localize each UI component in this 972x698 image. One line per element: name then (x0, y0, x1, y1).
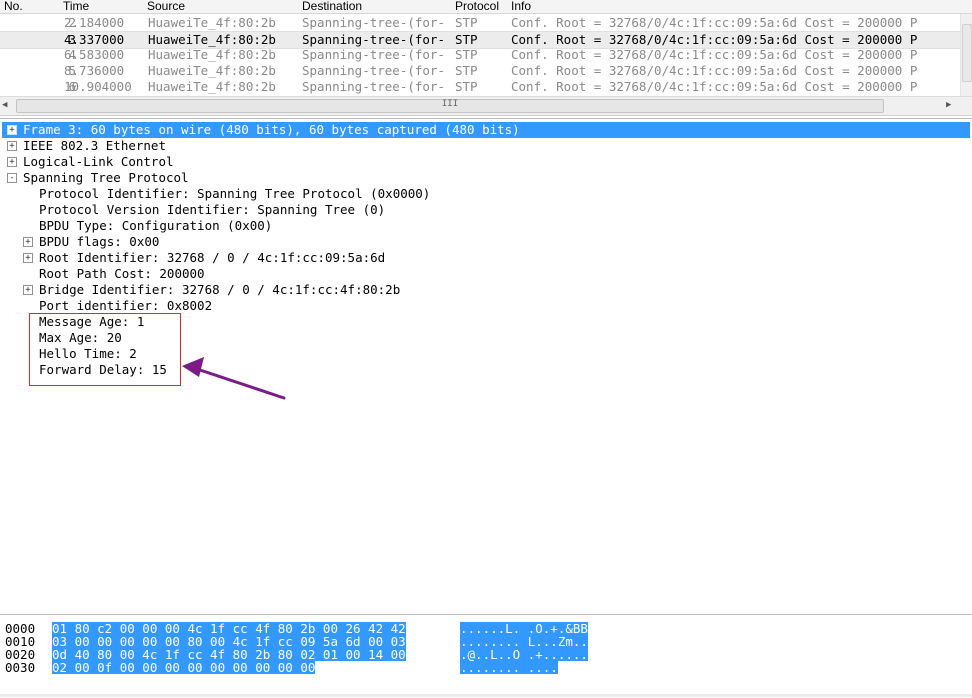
packet-protocol: STP (455, 15, 478, 30)
scroll-left-arrow-icon[interactable]: ◀ (2, 100, 7, 110)
packet-protocol: STP (455, 32, 478, 47)
packet-source: HuaweiTe_4f:80:2b (148, 15, 276, 30)
packet-protocol: STP (455, 63, 478, 78)
tree-row-label: Root Path Cost: 200000 (39, 266, 205, 281)
expand-icon[interactable]: + (23, 253, 33, 263)
tree-row[interactable]: + Frame 3: 60 bytes on wire (480 bits), 6… (2, 122, 970, 138)
packet-row[interactable]: 4 6.583000 HuaweiTe_4f:80:2b Spanning-tree-… (0, 47, 960, 63)
tree-row[interactable]: + IEEE 802.3 Ethernet (0, 138, 972, 154)
tree-row-label: Protocol Identifier: Spanning Tree Proto… (39, 186, 431, 201)
annotation-arrow-icon (182, 357, 286, 400)
tree-row[interactable]: Port identifier: 0x8002 (0, 298, 972, 314)
packet-info: Conf. Root = 32768/0/4c:1f:cc:09:5a:6d C… (511, 15, 918, 30)
tree-row[interactable]: + BPDU flags: 0x00 (0, 234, 972, 250)
column-header-protocol[interactable]: Protocol (455, 0, 499, 13)
tree-row[interactable]: Protocol Identifier: Spanning Tree Proto… (0, 186, 972, 202)
tree-row[interactable]: Protocol Version Identifier: Spanning Tr… (0, 202, 972, 218)
column-headers: No. Time Source Destination Protocol Inf… (0, 0, 972, 14)
tree-row[interactable]: - Spanning Tree Protocol (0, 170, 972, 186)
packet-info: Conf. Root = 32768/0/4c:1f:cc:09:5a:6d C… (511, 63, 918, 78)
packet-time: 6.583000 (64, 47, 125, 62)
packet-protocol: STP (455, 79, 478, 94)
tree-row-label: Root Identifier: 32768 / 0 / 4c:1f:cc:09… (39, 250, 386, 265)
tree-row-label: Spanning Tree Protocol (23, 170, 189, 185)
tree-row-label: IEEE 802.3 Ethernet (23, 138, 166, 153)
tree-row-label: BPDU Type: Configuration (0x00) (39, 218, 273, 233)
packet-time: 2.184000 (64, 15, 125, 30)
packet-row[interactable]: 5 8.736000 HuaweiTe_4f:80:2b Spanning-tree-… (0, 63, 960, 79)
expand-icon[interactable]: + (7, 125, 17, 135)
packet-destination: Spanning-tree-(for- (302, 63, 445, 78)
column-header-destination[interactable]: Destination (302, 0, 362, 13)
horizontal-scroll-thumb[interactable]: III (16, 99, 884, 113)
packet-list[interactable]: No. Time Source Destination Protocol Inf… (0, 0, 972, 96)
tree-row-label: Protocol Version Identifier: Spanning Tr… (39, 202, 386, 217)
packet-time: 4.337000 (64, 32, 125, 47)
packet-destination: Spanning-tree-(for- (302, 32, 445, 47)
packet-bytes-pane[interactable]: 0000 01 80 c2 00 00 00 4c 1f cc 4f 80 2b … (0, 614, 972, 698)
tree-row[interactable]: + Bridge Identifier: 32768 / 0 / 4c:1f:cc… (0, 282, 972, 298)
tree-row[interactable]: + Root Identifier: 32768 / 0 / 4c:1f:cc:0… (0, 250, 972, 266)
packet-row[interactable]: 6 10.904000 HuaweiTe_4f:80:2b Spanning-tree… (0, 79, 960, 95)
packet-source: HuaweiTe_4f:80:2b (148, 63, 276, 78)
packet-destination: Spanning-tree-(for- (302, 79, 445, 94)
packet-protocol: STP (455, 47, 478, 62)
hex-bytes: 02 00 0f 00 00 00 00 00 00 00 00 00 (52, 660, 316, 675)
packet-row[interactable]: 2 2.184000 HuaweiTe_4f:80:2b Spanning-tree-… (0, 15, 960, 31)
packet-time: 8.736000 (64, 63, 125, 78)
packet-time: 10.904000 (64, 79, 132, 94)
ascii-bytes: ........ .... (460, 660, 558, 675)
expand-icon[interactable]: + (7, 157, 17, 167)
expand-icon[interactable]: + (23, 237, 33, 247)
annotation-highlight-box (29, 313, 181, 386)
tree-row-label: BPDU flags: 0x00 (39, 234, 160, 249)
packet-source: HuaweiTe_4f:80:2b (148, 79, 276, 94)
tree-row-label: Bridge Identifier: 32768 / 0 / 4c:1f:cc:… (39, 282, 401, 297)
packet-info: Conf. Root = 32768/0/4c:1f:cc:09:5a:6d C… (511, 47, 918, 62)
tree-row-label: Port identifier: 0x8002 (39, 298, 213, 313)
vertical-scroll-thumb[interactable] (962, 24, 972, 82)
column-header-time[interactable]: Time (63, 0, 89, 13)
column-header-info[interactable]: Info (511, 0, 531, 13)
packet-list-vertical-scrollbar[interactable] (960, 14, 972, 96)
tree-row-label: Logical-Link Control (23, 154, 174, 169)
tree-row[interactable]: + Logical-Link Control (0, 154, 972, 170)
column-header-source[interactable]: Source (147, 0, 185, 13)
packet-destination: Spanning-tree-(for- (302, 15, 445, 30)
expand-icon[interactable]: + (23, 285, 33, 295)
collapse-icon[interactable]: - (7, 173, 17, 183)
packet-source: HuaweiTe_4f:80:2b (148, 32, 276, 47)
expand-icon[interactable]: + (7, 141, 17, 151)
tree-row[interactable]: BPDU Type: Configuration (0x00) (0, 218, 972, 234)
packet-info: Conf. Root = 32768/0/4c:1f:cc:09:5a:6d C… (511, 79, 918, 94)
scroll-grip-icon: III (441, 99, 459, 109)
packet-info: Conf. Root = 32768/0/4c:1f:cc:09:5a:6d C… (511, 32, 918, 47)
packet-list-horizontal-scrollbar[interactable]: ◀ III ▶ (0, 96, 972, 116)
column-header-no[interactable]: No. (4, 0, 23, 13)
packet-source: HuaweiTe_4f:80:2b (148, 47, 276, 62)
scroll-right-arrow-icon[interactable]: ▶ (946, 100, 951, 110)
tree-row[interactable]: Root Path Cost: 200000 (0, 266, 972, 282)
tree-row-label: Frame 3: 60 bytes on wire (480 bits), 60… (23, 122, 520, 137)
byte-offset: 0030 (5, 660, 36, 675)
packet-destination: Spanning-tree-(for- (302, 47, 445, 62)
